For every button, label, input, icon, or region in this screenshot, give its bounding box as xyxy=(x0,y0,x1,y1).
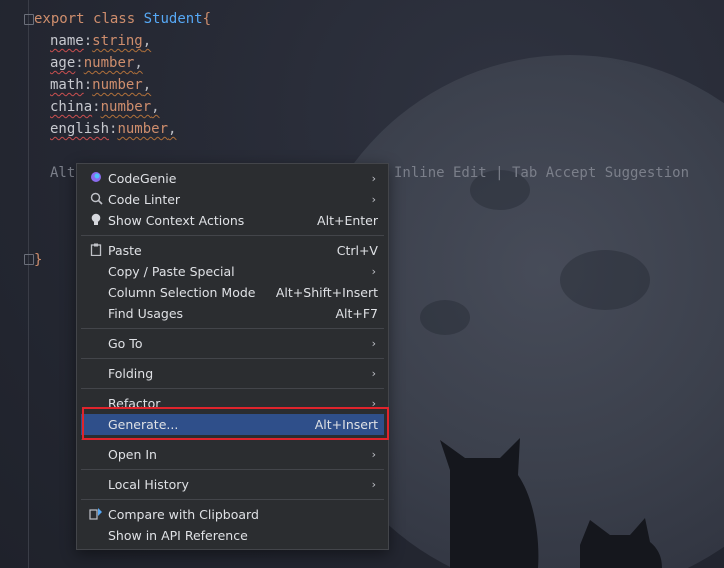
fold-marker-icon[interactable] xyxy=(24,14,34,25)
editor-gutter-line xyxy=(28,0,29,568)
menu-item-label: Local History xyxy=(108,477,189,492)
menu-item-go-to[interactable]: Go To › xyxy=(81,333,384,354)
menu-item-label: Column Selection Mode xyxy=(108,285,256,300)
menu-item-label: Copy / Paste Special xyxy=(108,264,235,279)
field-type: number xyxy=(117,121,169,137)
menu-item-label: CodeGenie xyxy=(108,171,177,186)
menu-separator xyxy=(81,358,384,359)
inline-hint-left: Alt xyxy=(50,165,76,181)
menu-item-copy-paste-special[interactable]: Copy / Paste Special › xyxy=(81,261,384,282)
menu-item-shortcut: Alt+Shift+Insert xyxy=(275,285,378,300)
chevron-right-icon: › xyxy=(371,172,376,185)
menu-item-open-in[interactable]: Open In › xyxy=(81,444,384,465)
menu-separator xyxy=(81,388,384,389)
chevron-right-icon: › xyxy=(371,367,376,380)
menu-item-folding[interactable]: Folding › xyxy=(81,363,384,384)
menu-separator xyxy=(81,328,384,329)
field-type: number xyxy=(100,99,152,115)
code-line-field[interactable]: english:number, xyxy=(50,118,176,140)
field-name: math xyxy=(50,77,84,93)
comma: , xyxy=(151,99,160,115)
chevron-right-icon: › xyxy=(371,448,376,461)
menu-item-shortcut: Ctrl+V xyxy=(336,243,378,258)
field-name: age xyxy=(50,55,76,71)
keyword-class: class xyxy=(93,11,136,27)
menu-item-show-context-actions[interactable]: Show Context Actions Alt+Enter xyxy=(81,210,384,231)
colon: : xyxy=(75,55,84,71)
menu-item-label: Find Usages xyxy=(108,306,184,321)
code-linter-icon xyxy=(89,192,103,206)
annotation-highlight-box xyxy=(82,407,389,440)
menu-item-compare-with-clipboard[interactable]: Compare with Clipboard xyxy=(81,504,384,525)
field-type: number xyxy=(92,77,143,93)
menu-separator xyxy=(81,469,384,470)
code-line-field[interactable]: china:number, xyxy=(50,96,160,118)
field-type: number xyxy=(83,55,135,71)
inline-hint-right: Inline Edit | Tab Accept Suggestion xyxy=(394,165,690,181)
code-line-class-declaration[interactable]: export class Student{ xyxy=(34,8,211,30)
menu-item-label: Compare with Clipboard xyxy=(108,507,259,522)
menu-item-label: Code Linter xyxy=(108,192,181,207)
compare-icon xyxy=(89,507,103,521)
menu-item-shortcut: Alt+Enter xyxy=(317,213,378,228)
menu-item-label: Go To xyxy=(108,336,143,351)
code-line-field[interactable]: name:string, xyxy=(50,30,151,52)
comma: , xyxy=(142,33,152,49)
chevron-right-icon: › xyxy=(371,193,376,206)
menu-item-column-selection-mode[interactable]: Column Selection Mode Alt+Shift+Insert xyxy=(81,282,384,303)
comma: , xyxy=(142,77,152,93)
cats-illustration xyxy=(440,438,662,568)
colon: : xyxy=(83,33,93,49)
menu-item-paste[interactable]: Paste Ctrl+V xyxy=(81,240,384,261)
menu-item-codegenie[interactable]: CodeGenie › xyxy=(81,168,384,189)
menu-item-label: Show in API Reference xyxy=(108,528,248,543)
comma: , xyxy=(134,55,143,71)
keyword-export: export xyxy=(34,11,85,27)
code-line-field[interactable]: age:number, xyxy=(50,52,143,74)
menu-item-label: Show Context Actions xyxy=(108,213,245,228)
comma: , xyxy=(168,121,177,137)
class-name: Student xyxy=(143,11,203,27)
field-name: china xyxy=(50,99,93,115)
menu-item-find-usages[interactable]: Find Usages Alt+F7 xyxy=(81,303,384,324)
field-name: english xyxy=(50,121,110,137)
code-line-field[interactable]: math:number, xyxy=(50,74,151,96)
colon: : xyxy=(83,77,93,93)
chevron-right-icon: › xyxy=(371,265,376,278)
lightbulb-icon xyxy=(89,213,103,227)
chevron-right-icon: › xyxy=(371,337,376,350)
open-brace: { xyxy=(202,11,212,27)
menu-item-local-history[interactable]: Local History › xyxy=(81,474,384,495)
menu-separator xyxy=(81,499,384,500)
editor-context-menu[interactable]: CodeGenie › Code Linter › Show Context A… xyxy=(76,163,389,550)
clipboard-icon xyxy=(89,243,103,257)
colon: : xyxy=(92,99,101,115)
menu-item-shortcut: Alt+F7 xyxy=(335,306,378,321)
menu-item-label: Paste xyxy=(108,243,142,258)
menu-separator xyxy=(81,235,384,236)
menu-item-show-in-api-reference[interactable]: Show in API Reference xyxy=(81,525,384,546)
fold-marker-icon[interactable] xyxy=(24,254,34,265)
chevron-right-icon: › xyxy=(371,478,376,491)
field-name: name xyxy=(50,33,84,49)
menu-item-code-linter[interactable]: Code Linter › xyxy=(81,189,384,210)
field-type: string xyxy=(92,33,143,49)
close-brace: } xyxy=(34,252,43,268)
menu-item-label: Open In xyxy=(108,447,157,462)
codegenie-icon xyxy=(89,171,103,185)
menu-item-label: Folding xyxy=(108,366,154,381)
